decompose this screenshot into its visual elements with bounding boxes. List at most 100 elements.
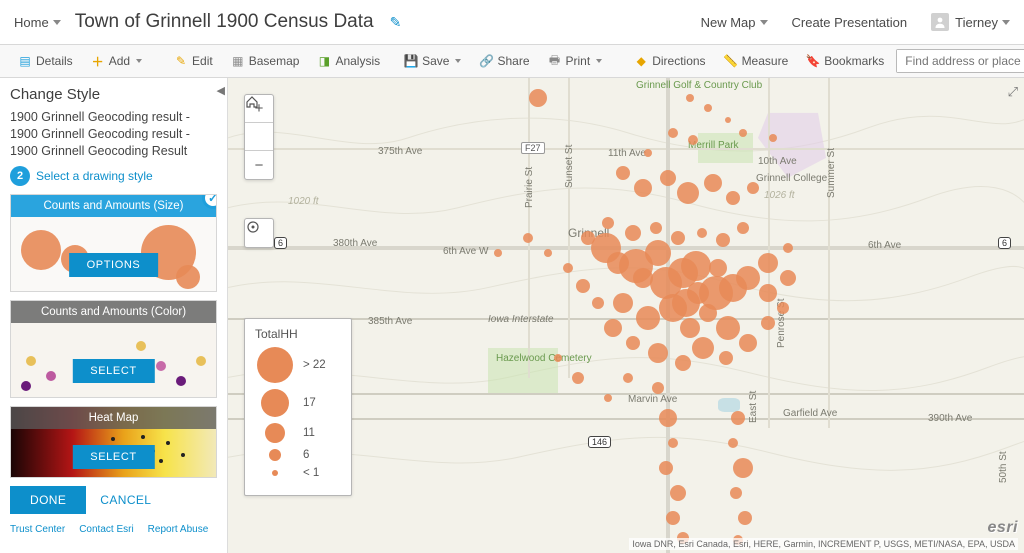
data-point[interactable] <box>672 289 700 317</box>
data-point[interactable] <box>704 104 712 112</box>
data-point[interactable] <box>716 316 740 340</box>
share-button[interactable]: 🔗Share <box>473 51 535 71</box>
data-point[interactable] <box>660 170 676 186</box>
save-button[interactable]: 💾Save <box>398 51 467 71</box>
data-point[interactable] <box>623 373 633 383</box>
details-button[interactable]: ▤Details <box>12 51 79 71</box>
collapse-panel-icon[interactable]: ◀ <box>217 84 225 97</box>
report-abuse-link[interactable]: Report Abuse <box>148 524 209 535</box>
data-point[interactable] <box>554 354 562 362</box>
search-input[interactable] <box>897 50 1024 72</box>
data-point[interactable] <box>739 129 747 137</box>
style-card-counts-color[interactable]: Counts and Amounts (Color) SELECT <box>10 300 217 398</box>
style-card-counts-size[interactable]: ✓ Counts and Amounts (Size) OPTIONS <box>10 194 217 292</box>
done-button[interactable]: DONE <box>10 486 86 514</box>
locate-button[interactable] <box>244 218 274 248</box>
data-point[interactable] <box>747 182 759 194</box>
options-button[interactable]: OPTIONS <box>69 253 159 277</box>
data-point[interactable] <box>686 94 694 102</box>
data-point[interactable] <box>619 249 653 283</box>
data-point[interactable] <box>697 228 707 238</box>
data-point[interactable] <box>650 222 662 234</box>
measure-button[interactable]: 📏Measure <box>718 51 795 71</box>
print-button[interactable]: 🖶Print <box>542 51 609 71</box>
data-point[interactable] <box>725 117 731 123</box>
data-point[interactable] <box>675 355 691 371</box>
data-point[interactable] <box>777 302 789 314</box>
data-point[interactable] <box>699 276 733 310</box>
data-point[interactable] <box>736 266 760 290</box>
data-point[interactable] <box>602 217 614 229</box>
data-point[interactable] <box>529 89 547 107</box>
data-point[interactable] <box>726 191 740 205</box>
data-point[interactable] <box>780 270 796 286</box>
map-canvas[interactable]: Grinnell Golf & Country Club Merrill Par… <box>228 78 1024 553</box>
data-point[interactable] <box>591 233 621 263</box>
data-point[interactable] <box>644 149 652 157</box>
edit-button[interactable]: ✎Edit <box>168 51 219 71</box>
data-point[interactable] <box>670 485 686 501</box>
data-point[interactable] <box>728 438 738 448</box>
data-point[interactable] <box>636 306 660 330</box>
search-box[interactable] <box>896 49 1024 73</box>
home-link[interactable]: Home <box>14 15 61 30</box>
data-point[interactable] <box>769 134 777 142</box>
basemap-button[interactable]: ▦Basemap <box>225 51 306 71</box>
data-point[interactable] <box>648 343 668 363</box>
data-point[interactable] <box>737 222 749 234</box>
data-point[interactable] <box>681 251 711 281</box>
select-button[interactable]: SELECT <box>72 359 154 383</box>
data-point[interactable] <box>625 225 641 241</box>
data-point[interactable] <box>668 438 678 448</box>
data-point[interactable] <box>761 316 775 330</box>
edit-title-icon[interactable]: ✎ <box>390 14 402 31</box>
data-point[interactable] <box>604 394 612 402</box>
data-point[interactable] <box>666 511 680 525</box>
data-point[interactable] <box>523 233 533 243</box>
data-point[interactable] <box>494 249 502 257</box>
data-point[interactable] <box>759 284 777 302</box>
directions-button[interactable]: ◆Directions <box>628 51 711 71</box>
user-menu[interactable]: Tierney <box>931 13 1010 31</box>
data-point[interactable] <box>733 458 753 478</box>
expand-map-icon[interactable]: ⤢ <box>1008 84 1018 100</box>
data-point[interactable] <box>626 336 640 350</box>
style-card-heat-map[interactable]: Heat Map SELECT <box>10 406 217 478</box>
data-point[interactable] <box>709 259 727 277</box>
data-point[interactable] <box>604 319 622 337</box>
trust-center-link[interactable]: Trust Center <box>10 524 65 535</box>
data-point[interactable] <box>758 253 778 273</box>
data-point[interactable] <box>544 249 552 257</box>
home-extent-button[interactable] <box>245 123 273 151</box>
data-point[interactable] <box>680 318 700 338</box>
data-point[interactable] <box>652 382 664 394</box>
analysis-button[interactable]: ◨Analysis <box>311 51 386 71</box>
data-point[interactable] <box>572 372 584 384</box>
data-point[interactable] <box>677 182 699 204</box>
data-point[interactable] <box>731 411 745 425</box>
data-point[interactable] <box>616 166 630 180</box>
data-point[interactable] <box>671 231 685 245</box>
data-point[interactable] <box>739 334 757 352</box>
add-button[interactable]: ＋Add <box>85 51 148 71</box>
data-point[interactable] <box>659 461 673 475</box>
data-point[interactable] <box>659 409 677 427</box>
data-point[interactable] <box>692 337 714 359</box>
select-button[interactable]: SELECT <box>72 445 154 469</box>
data-point[interactable] <box>576 279 590 293</box>
data-point[interactable] <box>613 293 633 313</box>
data-point[interactable] <box>738 511 752 525</box>
data-point[interactable] <box>783 243 793 253</box>
data-point[interactable] <box>688 135 698 145</box>
data-point[interactable] <box>634 179 652 197</box>
bookmarks-button[interactable]: 🔖Bookmarks <box>800 51 890 71</box>
data-point[interactable] <box>563 263 573 273</box>
data-point[interactable] <box>668 128 678 138</box>
zoom-out-button[interactable]: − <box>245 151 273 179</box>
data-point[interactable] <box>730 487 742 499</box>
contact-esri-link[interactable]: Contact Esri <box>79 524 133 535</box>
data-point[interactable] <box>716 233 730 247</box>
data-point[interactable] <box>704 174 722 192</box>
data-point[interactable] <box>592 297 604 309</box>
data-point[interactable] <box>719 351 733 365</box>
